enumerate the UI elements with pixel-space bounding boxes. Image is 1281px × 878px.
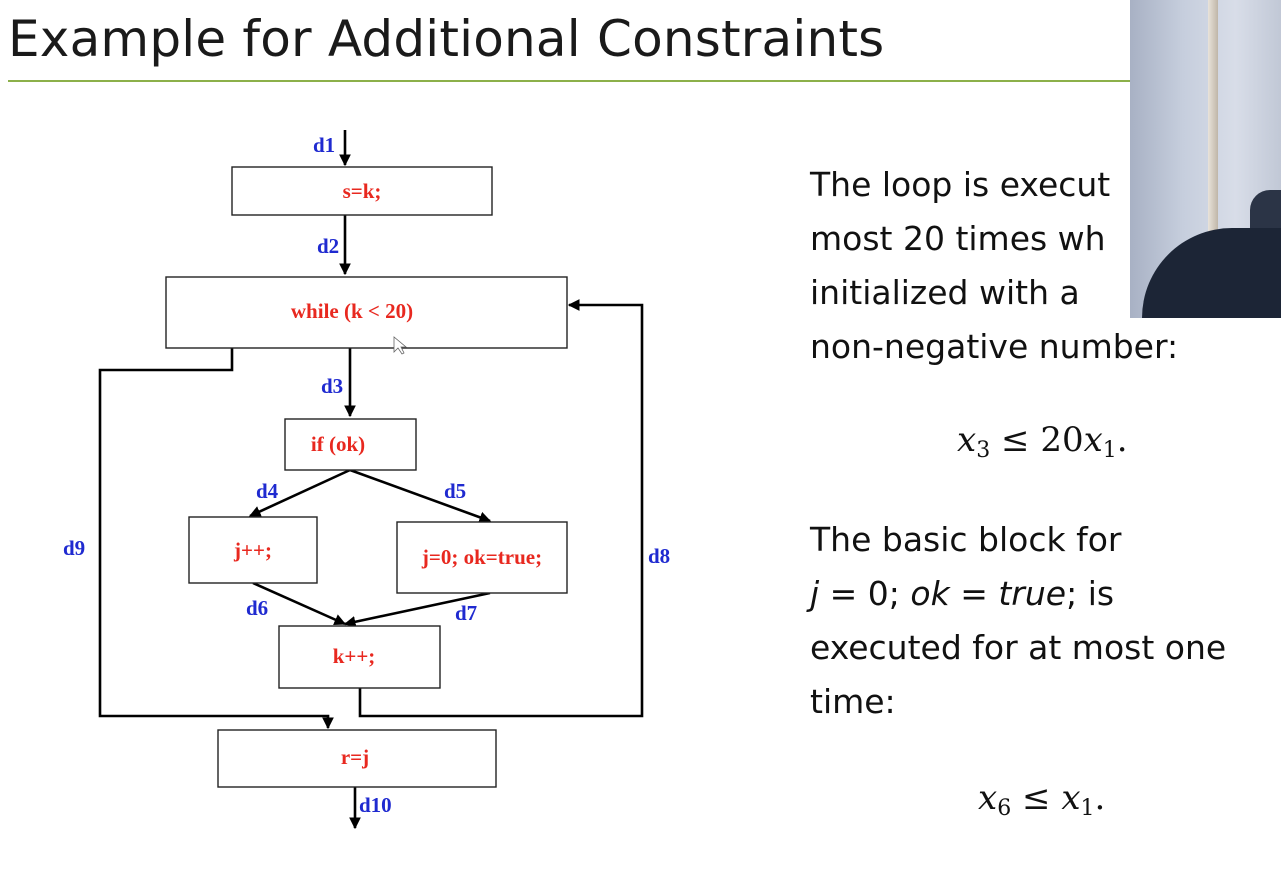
eq1-op: ≤ [1001, 420, 1030, 460]
loop-paragraph-line-3: initialized with a [810, 273, 1080, 312]
node-j-reset-label: j=0; ok=true; [421, 545, 542, 569]
edge-label-d7: d7 [455, 601, 477, 625]
eq1-rhs-sub: 1 [1102, 438, 1117, 463]
equation-block-bound: x6 ≤ x1. [978, 778, 1105, 821]
eq1-rhs-var: x [1083, 420, 1103, 460]
loop-paragraph-line-2: most 20 times wh [810, 219, 1106, 258]
edge-label-d5: d5 [444, 479, 466, 503]
eq2-op: ≤ [1022, 778, 1051, 818]
webcam-overlay [1130, 0, 1281, 318]
node-j-inc: j++; [188, 516, 318, 584]
node-j-inc-label: j++; [233, 538, 272, 562]
edge-label-d9: d9 [63, 536, 85, 560]
eq2-sub: 6 [997, 796, 1012, 821]
edge-label-d1: d1 [313, 133, 335, 157]
presenter-silhouette [1142, 228, 1281, 318]
edge-label-d10: d10 [359, 793, 392, 817]
basic-block-line-2: j = 0; ok = true; is [810, 567, 1226, 621]
eq1-end: . [1116, 420, 1128, 460]
edge-label-d8: d8 [648, 544, 670, 568]
edge-label-d3: d3 [321, 374, 343, 398]
edge-d5 [349, 468, 492, 523]
basic-block-paragraph: The basic block for j = 0; ok = true; is… [810, 513, 1226, 729]
equation-loop-bound: x3 ≤ 20x1. [957, 420, 1128, 463]
node-s-assign-label: s=k; [343, 179, 382, 203]
eq1-var: x [957, 420, 977, 460]
node-if-ok: if (ok) [284, 418, 417, 471]
basic-block-line-3: executed for at most one [810, 628, 1227, 667]
eq-zero: = 0; [819, 574, 911, 613]
loop-paragraph-line-4: non-negative number: [810, 327, 1179, 366]
edge-label-d6: d6 [246, 596, 268, 620]
line-tail: ; is [1066, 574, 1115, 613]
eq2-var: x [978, 778, 998, 818]
eq2-end: . [1094, 778, 1106, 818]
node-k-inc: k++; [278, 625, 441, 689]
eq2-rhs-sub: 1 [1080, 796, 1095, 821]
node-while-loop: while (k < 20) [165, 276, 568, 349]
node-k-inc-label: k++; [333, 644, 376, 668]
loop-paragraph: The loop is execut most 20 times wh init… [810, 158, 1178, 374]
eq-equals: = [949, 574, 999, 613]
basic-block-line-4: time: [810, 682, 896, 721]
eq1-coef: 20 [1040, 420, 1084, 460]
eq1-sub: 3 [976, 438, 991, 463]
loop-paragraph-line-1: The loop is execut [810, 165, 1111, 204]
edge-label-d2: d2 [317, 234, 339, 258]
node-r-assign: r=j [217, 729, 497, 788]
node-while-loop-label: while (k < 20) [291, 299, 413, 323]
basic-block-line-1: The basic block for [810, 520, 1122, 559]
val-true: true [998, 574, 1067, 613]
eq2-rhs-var: x [1061, 778, 1081, 818]
node-s-assign: s=k; [231, 166, 493, 216]
var-j: j [810, 574, 820, 613]
edge-label-d4: d4 [256, 479, 279, 503]
node-if-ok-label: if (ok) [311, 432, 365, 456]
control-flow-graph: s=k; while (k < 20) if (ok) j++; j=0; ok… [63, 130, 670, 830]
node-j-reset: j=0; ok=true; [396, 521, 568, 594]
var-ok: ok [910, 574, 950, 613]
node-r-assign-label: r=j [341, 745, 369, 769]
